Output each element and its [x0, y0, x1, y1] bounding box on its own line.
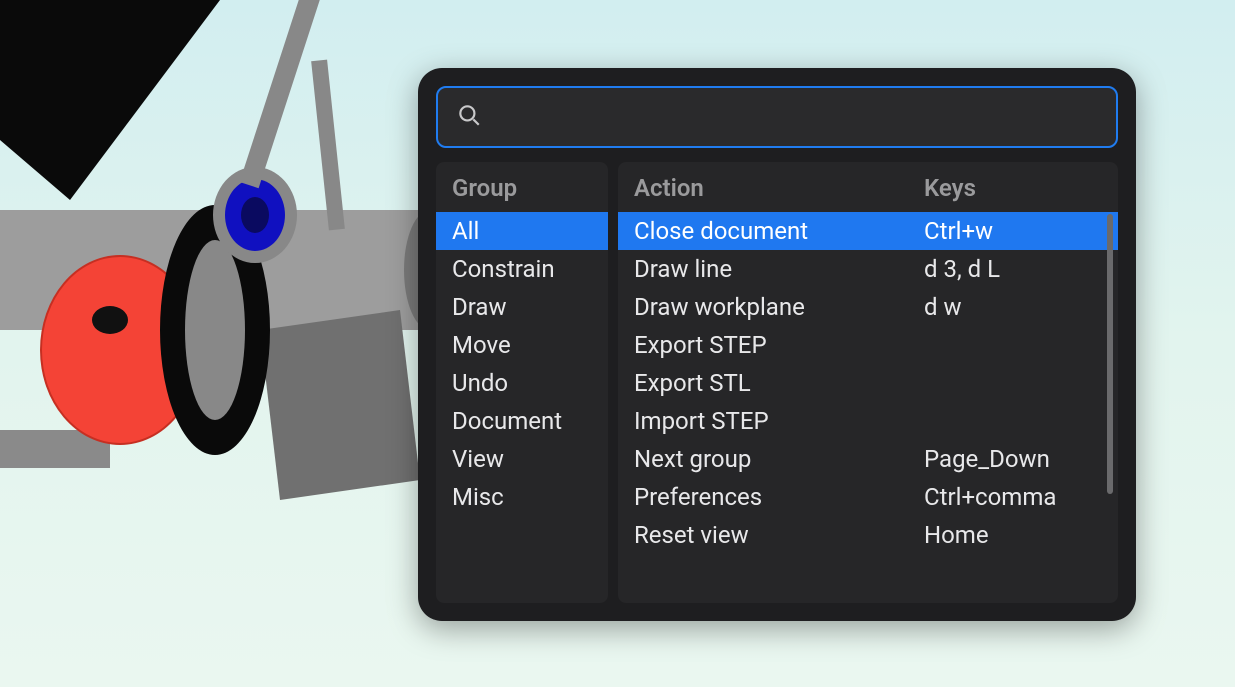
- action-item[interactable]: Export STL: [618, 364, 1118, 402]
- group-item-label: Misc: [452, 485, 504, 509]
- group-item-label: View: [452, 447, 504, 471]
- action-item-label: Draw line: [634, 257, 924, 281]
- action-list[interactable]: Close documentCtrl+wDraw lined 3, d LDra…: [618, 212, 1118, 603]
- action-item-label: Export STL: [634, 371, 924, 395]
- group-item[interactable]: All: [436, 212, 608, 250]
- action-header: Action: [634, 174, 924, 202]
- group-item-label: Constrain: [452, 257, 555, 281]
- action-item-label: Draw workplane: [634, 295, 924, 319]
- action-pane: Action Keys Close documentCtrl+wDraw lin…: [618, 162, 1118, 603]
- group-item[interactable]: Undo: [436, 364, 608, 402]
- group-item[interactable]: View: [436, 440, 608, 478]
- group-item[interactable]: Move: [436, 326, 608, 364]
- group-item-label: Draw: [452, 295, 507, 319]
- action-item[interactable]: PreferencesCtrl+comma: [618, 478, 1118, 516]
- action-item-keys: d 3, d L: [924, 257, 1102, 281]
- group-item-label: Document: [452, 409, 562, 433]
- action-item-label: Reset view: [634, 523, 924, 547]
- group-list[interactable]: All Constrain Draw Move Undo Document View Misc: [436, 212, 608, 603]
- action-item-label: Import STEP: [634, 409, 924, 433]
- action-item[interactable]: Draw lined 3, d L: [618, 250, 1118, 288]
- search-field-wrap[interactable]: [436, 86, 1118, 148]
- group-item-label: All: [452, 219, 479, 243]
- action-item-keys: Home: [924, 523, 1102, 547]
- action-item-keys: d w: [924, 295, 1102, 319]
- action-item-keys: Ctrl+w: [924, 219, 1102, 243]
- group-item[interactable]: Constrain: [436, 250, 608, 288]
- action-item-label: Close document: [634, 219, 924, 243]
- command-palette: Group All Constrain Draw Move Undo Document Vi…: [418, 68, 1136, 621]
- search-icon: [456, 102, 482, 132]
- group-item[interactable]: Document: [436, 402, 608, 440]
- action-item-keys: Page_Down: [924, 447, 1102, 471]
- group-item[interactable]: Misc: [436, 478, 608, 516]
- action-item[interactable]: Reset viewHome: [618, 516, 1118, 554]
- action-item-label: Next group: [634, 447, 924, 471]
- group-header: Group: [436, 162, 608, 212]
- action-item[interactable]: Draw workplaned w: [618, 288, 1118, 326]
- action-item-label: Export STEP: [634, 333, 924, 357]
- group-pane: Group All Constrain Draw Move Undo Document Vi…: [436, 162, 608, 603]
- action-item[interactable]: Close documentCtrl+w: [618, 212, 1118, 250]
- action-item-label: Preferences: [634, 485, 924, 509]
- group-item-label: Move: [452, 333, 511, 357]
- keys-header: Keys: [924, 174, 1102, 202]
- search-input[interactable]: [496, 102, 1098, 133]
- scrollbar-thumb[interactable]: [1107, 214, 1113, 494]
- action-item-keys: Ctrl+comma: [924, 485, 1102, 509]
- action-item[interactable]: Export STEP: [618, 326, 1118, 364]
- group-item-label: Undo: [452, 371, 508, 395]
- action-item[interactable]: Next groupPage_Down: [618, 440, 1118, 478]
- action-item[interactable]: Import STEP: [618, 402, 1118, 440]
- group-item[interactable]: Draw: [436, 288, 608, 326]
